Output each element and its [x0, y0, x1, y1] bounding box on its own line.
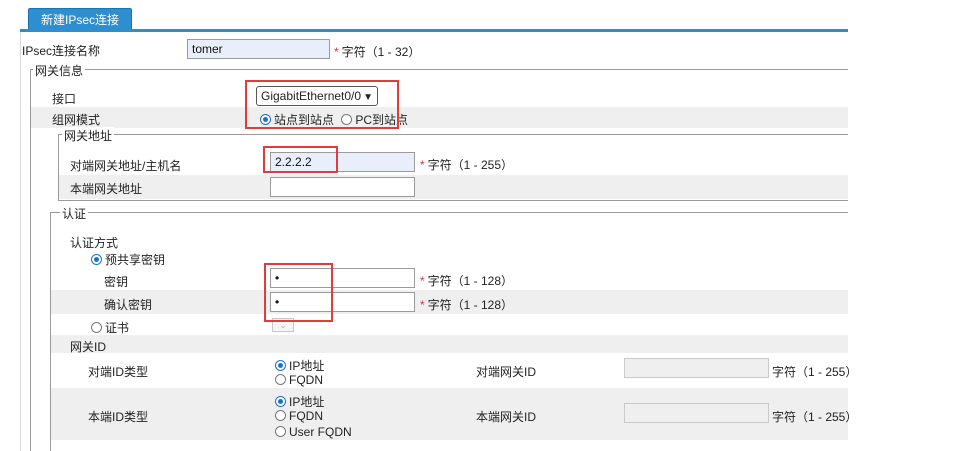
required-star: *: [420, 158, 425, 172]
gateway-info-border-top: [30, 69, 848, 70]
peer-gateway-address-hint: * 字符（1 - 255）: [420, 158, 514, 172]
tab-new-ipsec-connection[interactable]: 新建IPsec连接: [28, 8, 132, 31]
radio-checked-icon: [91, 254, 102, 265]
highlight-box-peer-address: [263, 146, 338, 173]
gateway-address-border-bottom: [58, 200, 848, 201]
gateway-id-label: 网关ID: [70, 340, 107, 354]
local-id-type-ip[interactable]: IP地址: [275, 393, 324, 410]
radio-unchecked-icon: [275, 410, 286, 421]
connection-name-input[interactable]: [187, 39, 330, 59]
key-hint: * 字符（1 - 128）: [420, 274, 514, 288]
connection-name-hint: * 字符（1 - 32）: [334, 45, 421, 59]
required-star: *: [420, 298, 425, 312]
local-gateway-row: [59, 175, 848, 199]
peer-gateway-address-label: 对端网关地址/主机名: [70, 159, 182, 173]
confirm-key-hint: * 字符（1 - 128）: [420, 298, 514, 312]
highlight-box-keys: [264, 263, 333, 322]
gateway-address-legend: 网关地址: [62, 127, 115, 144]
peer-id-type-label: 对端ID类型: [88, 365, 149, 379]
peer-gateway-id-input[interactable]: [624, 358, 769, 378]
network-mode-row: [31, 107, 848, 128]
local-gateway-id-label: 本端网关ID: [476, 410, 537, 424]
tab-underline: [20, 29, 848, 32]
radio-unchecked-icon: [275, 426, 286, 437]
auth-border-top: [50, 212, 848, 213]
local-id-type-label: 本端ID类型: [88, 410, 149, 424]
radio-checked-icon: [275, 396, 286, 407]
radio-preshared-key[interactable]: 预共享密钥: [91, 251, 165, 268]
network-mode-label: 组网模式: [52, 113, 101, 127]
local-id-type-fqdn[interactable]: FQDN: [275, 409, 323, 423]
confirm-key-label: 确认密钥: [104, 298, 153, 312]
auth-method-label: 认证方式: [70, 236, 119, 250]
local-gateway-id-input[interactable]: [624, 403, 769, 423]
auth-legend: 认证: [60, 205, 89, 222]
left-border: [20, 32, 21, 451]
required-star: *: [420, 274, 425, 288]
peer-id-type-fqdn[interactable]: FQDN: [275, 373, 323, 387]
gateway-info-legend: 网关信息: [33, 62, 86, 79]
peer-id-type-ip[interactable]: IP地址: [275, 357, 324, 374]
local-gateway-id-hint: 字符（1 - 255）: [772, 410, 858, 424]
local-gateway-address-label: 本端网关地址: [70, 182, 143, 196]
key-label: 密钥: [104, 275, 129, 289]
peer-gateway-id-hint: 字符（1 - 255）: [772, 365, 858, 379]
gateway-id-row: [51, 335, 848, 353]
radio-certificate[interactable]: 证书: [91, 319, 129, 336]
gateway-address-border-top: [58, 134, 848, 135]
connection-name-label: IPsec连接名称: [22, 44, 101, 58]
highlight-box-interface-mode: [245, 80, 399, 129]
local-gateway-address-input[interactable]: [270, 177, 415, 197]
peer-gateway-id-label: 对端网关ID: [476, 365, 537, 379]
radio-unchecked-icon: [91, 322, 102, 333]
radio-checked-icon: [275, 360, 286, 371]
local-id-type-user-fqdn[interactable]: User FQDN: [275, 425, 352, 439]
required-star: *: [334, 45, 339, 59]
interface-label: 接口: [52, 92, 77, 106]
radio-unchecked-icon: [275, 374, 286, 385]
